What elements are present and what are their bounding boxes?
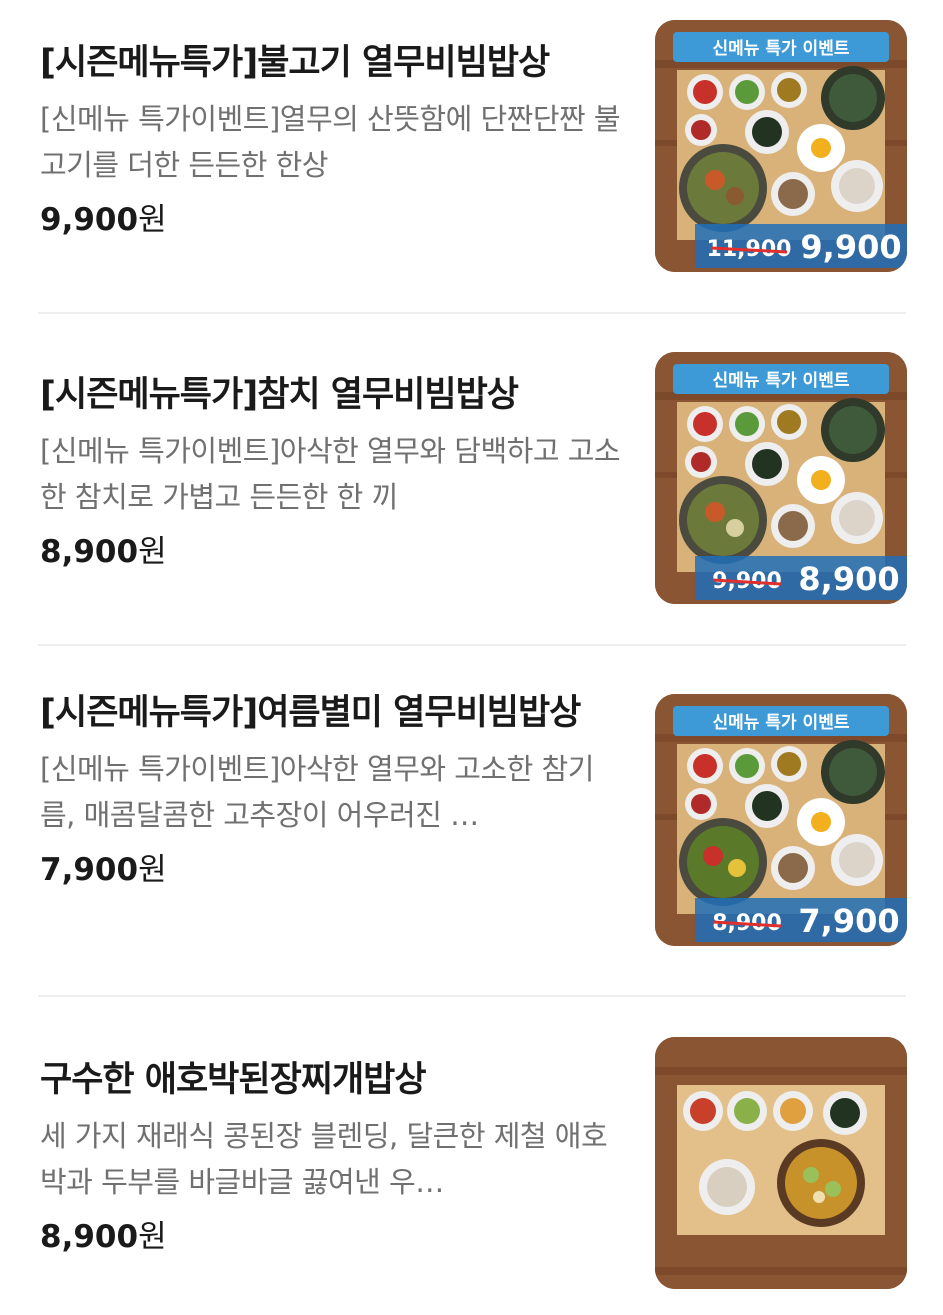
item-thumbnail[interactable]: 신메뉴 특가 이벤트 11,900 9,900 <box>655 20 907 272</box>
promo-banner-text: 신메뉴 특가 이벤트 <box>713 713 850 733</box>
price-currency: 원 <box>138 852 167 888</box>
promo-banner-text: 신메뉴 특가 이벤트 <box>713 39 850 59</box>
item-description: 세 가지 재래식 콩된장 블렌딩, 달큰한 제철 애호박과 두부를 바글바글 끓… <box>40 1119 608 1199</box>
item-description: [신메뉴 특가이벤트]열무의 산뜻함에 단짠단짠 불고기를 더한 든든한 한상 <box>40 102 621 182</box>
item-title: [시즌메뉴특가]불고기 열무비빔밥상 <box>40 43 550 83</box>
price-value: 7,900 <box>40 852 139 888</box>
item-text: [시즌메뉴특가]여름별미 열무비빔밥상 [신메뉴 특가이벤트]아삭한 열무와 고… <box>40 688 625 892</box>
item-text: [시즌메뉴특가]불고기 열무비빔밥상 [신메뉴 특가이벤트]열무의 산뜻함에 단… <box>40 38 625 242</box>
price-currency: 원 <box>138 1219 167 1255</box>
menu-item-doenjang[interactable]: 구수한 애호박된장찌개밥상 세 가지 재래식 콩된장 블렌딩, 달큰한 제철 애… <box>0 997 943 1315</box>
food-photo-bibimbap: 신메뉴 특가 이벤트 9,900 8,900 <box>655 352 907 604</box>
item-description: [신메뉴 특가이벤트]아삭한 열무와 고소한 참기름, 매콤달콤한 고추장이 어… <box>40 752 594 832</box>
menu-item-tuna[interactable]: [시즌메뉴특가]참치 열무비빔밥상 [신메뉴 특가이벤트]아삭한 열무와 담백하… <box>0 314 943 644</box>
food-photo-bibimbap: 신메뉴 특가 이벤트 11,900 9,900 <box>655 20 907 272</box>
item-price: 7,900원 <box>40 848 625 892</box>
new-price-text: 7,900 <box>798 902 899 940</box>
promo-banner-text: 신메뉴 특가 이벤트 <box>713 371 850 391</box>
price-currency: 원 <box>138 202 167 238</box>
item-title: 구수한 애호박된장찌개밥상 <box>40 1060 427 1100</box>
food-photo-bibimbap: 신메뉴 특가 이벤트 8,900 7,900 <box>655 694 907 946</box>
item-text: [시즌메뉴특가]참치 열무비빔밥상 [신메뉴 특가이벤트]아삭한 열무와 담백하… <box>40 370 625 574</box>
item-title: [시즌메뉴특가]여름별미 열무비빔밥상 <box>40 693 581 733</box>
price-value: 8,900 <box>40 1219 139 1255</box>
menu-item-bulgogi[interactable]: [시즌메뉴특가]불고기 열무비빔밥상 [신메뉴 특가이벤트]열무의 산뜻함에 단… <box>0 0 943 312</box>
item-description: [신메뉴 특가이벤트]아삭한 열무와 담백하고 고소한 참치로 가볍고 든든한 … <box>40 434 621 514</box>
item-thumbnail[interactable]: 신메뉴 특가 이벤트 9,900 8,900 <box>655 352 907 604</box>
item-thumbnail[interactable]: 신메뉴 특가 이벤트 8,900 7,900 <box>655 694 907 946</box>
price-currency: 원 <box>138 534 167 570</box>
new-price-text: 8,900 <box>798 560 899 598</box>
item-title: [시즌메뉴특가]참치 열무비빔밥상 <box>40 375 519 415</box>
item-price: 8,900원 <box>40 530 625 574</box>
item-thumbnail[interactable] <box>655 1037 907 1289</box>
item-price: 8,900원 <box>40 1215 625 1259</box>
item-text: 구수한 애호박된장찌개밥상 세 가지 재래식 콩된장 블렌딩, 달큰한 제철 애… <box>40 1055 625 1259</box>
new-price-text: 9,900 <box>800 228 901 266</box>
price-value: 9,900 <box>40 202 139 238</box>
price-value: 8,900 <box>40 534 139 570</box>
food-photo-doenjang-stew <box>655 1037 907 1289</box>
item-price: 9,900원 <box>40 198 625 242</box>
menu-item-summer[interactable]: [시즌메뉴특가]여름별미 열무비빔밥상 [신메뉴 특가이벤트]아삭한 열무와 고… <box>0 646 943 994</box>
